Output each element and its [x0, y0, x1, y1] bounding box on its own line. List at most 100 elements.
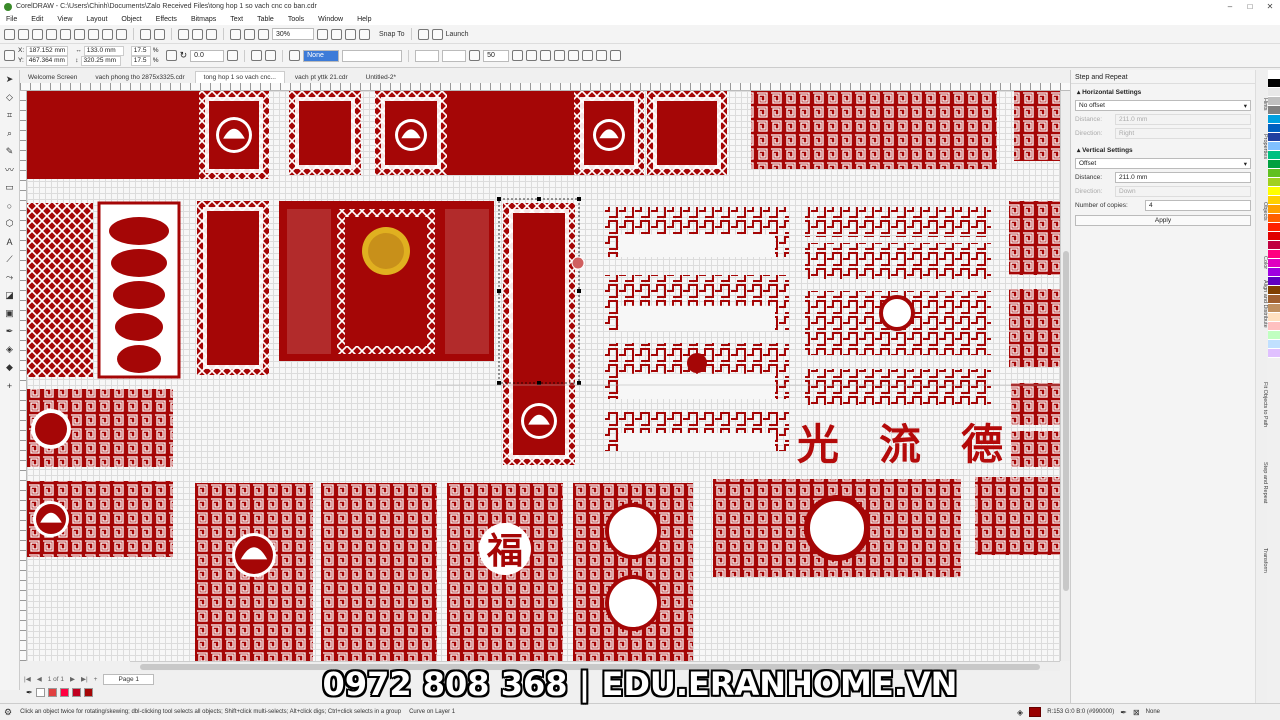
selection-handle[interactable]: [577, 381, 581, 385]
outline-width-select[interactable]: None: [303, 49, 340, 62]
palette-swatch[interactable]: [1268, 241, 1280, 250]
smart-fill-icon[interactable]: ◆: [4, 362, 15, 373]
selection-handle[interactable]: [537, 197, 541, 201]
snap-to-dropdown[interactable]: Snap To: [379, 31, 405, 38]
rotation-input[interactable]: 0.0: [190, 49, 225, 62]
palette-swatch[interactable]: [1268, 259, 1280, 268]
vertical-scrollbar[interactable]: [1060, 91, 1070, 661]
end-arrow-select[interactable]: [442, 49, 467, 62]
palette-swatch[interactable]: [1268, 151, 1280, 160]
pick-tool-icon[interactable]: ➤: [4, 74, 15, 85]
selection-handle[interactable]: [497, 197, 501, 201]
menu-layout[interactable]: Layout: [86, 16, 107, 23]
docker-tab-objects[interactable]: Objects: [1256, 202, 1268, 221]
medallion-lower[interactable]: [605, 575, 661, 631]
bottom-right-lattice[interactable]: [975, 477, 1060, 555]
selection-handle[interactable]: [577, 197, 581, 201]
minimize-button[interactable]: –: [1220, 2, 1240, 11]
doc-swatch[interactable]: [71, 687, 81, 697]
rectangle-tool-icon[interactable]: ▭: [4, 182, 15, 193]
chinese-glyph[interactable]: 光: [797, 420, 839, 469]
bamboo-left[interactable]: [287, 209, 331, 354]
plus-icon[interactable]: [512, 50, 524, 61]
guidelines-icon[interactable]: [359, 28, 370, 40]
fretwork-band-2[interactable]: [805, 243, 991, 279]
lotus-leaf[interactable]: [111, 249, 167, 277]
mirror-horizontal-icon[interactable]: [251, 50, 263, 61]
next-page-icon[interactable]: ▶: [70, 675, 75, 683]
palette-swatch[interactable]: [1268, 196, 1280, 205]
selection-handle[interactable]: [577, 289, 581, 293]
v-distance-input[interactable]: 211.0 mm: [1115, 172, 1251, 183]
fretwork-band-1[interactable]: [805, 207, 991, 237]
palette-swatch[interactable]: [1268, 142, 1280, 151]
cut-icon[interactable]: [88, 28, 99, 40]
palette-swatch[interactable]: [1268, 214, 1280, 223]
start-arrow-select[interactable]: [415, 49, 440, 62]
export-icon[interactable]: [192, 28, 203, 40]
palette-swatch[interactable]: [1268, 250, 1280, 259]
palette-swatch[interactable]: [1268, 106, 1280, 115]
top-lotus-screen[interactable]: [751, 91, 997, 169]
selection-handle[interactable]: [497, 381, 501, 385]
outline-pen-icon[interactable]: [289, 50, 301, 61]
palette-swatch[interactable]: [1268, 223, 1280, 232]
maximize-button[interactable]: □: [1240, 2, 1260, 11]
tab-untitled-2[interactable]: Untitled-2*: [358, 72, 404, 83]
palette-swatch[interactable]: [1268, 322, 1280, 331]
docker-tab-properties[interactable]: Properties: [1256, 134, 1268, 159]
align-icon[interactable]: [596, 50, 608, 61]
freehand-tool-icon[interactable]: ✎: [4, 146, 15, 157]
palette-swatch[interactable]: [1268, 205, 1280, 214]
vertical-scroll-thumb[interactable]: [1063, 251, 1069, 591]
y-position-input[interactable]: 467.364 mm: [25, 55, 68, 66]
lotus-flower-panel-core[interactable]: [207, 211, 259, 365]
copy-icon[interactable]: [102, 28, 113, 40]
menu-bitmaps[interactable]: Bitmaps: [191, 16, 216, 23]
docker-tab-hints[interactable]: Hints: [1256, 98, 1268, 111]
launch-icon[interactable]: [431, 28, 443, 40]
menu-table[interactable]: Table: [257, 16, 274, 23]
origin-icon[interactable]: [4, 50, 15, 61]
lotus-leaf-panel-1[interactable]: [27, 203, 93, 377]
right-lattice-1[interactable]: [1009, 201, 1060, 275]
menu-view[interactable]: View: [57, 16, 72, 23]
arch-opening[interactable]: [619, 433, 775, 451]
arch-opening[interactable]: [619, 373, 775, 399]
palette-swatch[interactable]: [1268, 268, 1280, 277]
gold-medallion-inner[interactable]: [368, 233, 404, 269]
eyedropper-tool-icon[interactable]: ✒: [4, 326, 15, 337]
interactive-fill-icon[interactable]: ◈: [4, 344, 15, 355]
lotus-leaf[interactable]: [115, 313, 163, 341]
tab-tong-hop[interactable]: tong hop 1 so vach cnc...: [194, 71, 285, 83]
x-position-input[interactable]: 187.152 mm: [26, 45, 69, 56]
scale-y-input[interactable]: 17.5: [130, 55, 151, 66]
menu-edit[interactable]: Edit: [31, 16, 43, 23]
band-medallion[interactable]: [879, 295, 915, 331]
eyedropper-icon[interactable]: ✒: [26, 688, 33, 697]
medallion-upper[interactable]: [605, 503, 661, 559]
fullscreen-icon[interactable]: [230, 28, 241, 40]
palette-swatch[interactable]: [1268, 232, 1280, 241]
top-frame-panel-1-core[interactable]: [299, 101, 351, 165]
menu-file[interactable]: File: [6, 16, 17, 23]
palette-swatch[interactable]: [1268, 304, 1280, 313]
scale-x-input[interactable]: 17.5: [130, 45, 151, 56]
palette-swatch[interactable]: [1268, 277, 1280, 286]
palette-swatch[interactable]: [1268, 79, 1280, 88]
drop-shadow-icon[interactable]: ◪: [4, 290, 15, 301]
arch-opening[interactable]: [619, 234, 775, 258]
palette-swatch[interactable]: [1268, 331, 1280, 340]
fretwork-band-4[interactable]: [805, 369, 991, 405]
publish-pdf-icon[interactable]: [206, 28, 217, 40]
hand-icon[interactable]: [317, 28, 328, 40]
lotus-leaf[interactable]: [117, 345, 161, 373]
close-curve-icon[interactable]: [526, 50, 538, 61]
menu-help[interactable]: Help: [357, 16, 371, 23]
tool-size-input[interactable]: 50: [483, 49, 510, 62]
palette-swatch[interactable]: [1268, 133, 1280, 142]
chinese-glyph[interactable]: 德: [961, 420, 1003, 469]
docker-tab-fit-objects[interactable]: Fit Objects to Path: [1256, 382, 1268, 427]
palette-swatch[interactable]: [1268, 295, 1280, 304]
cloud-icon[interactable]: [46, 28, 57, 40]
